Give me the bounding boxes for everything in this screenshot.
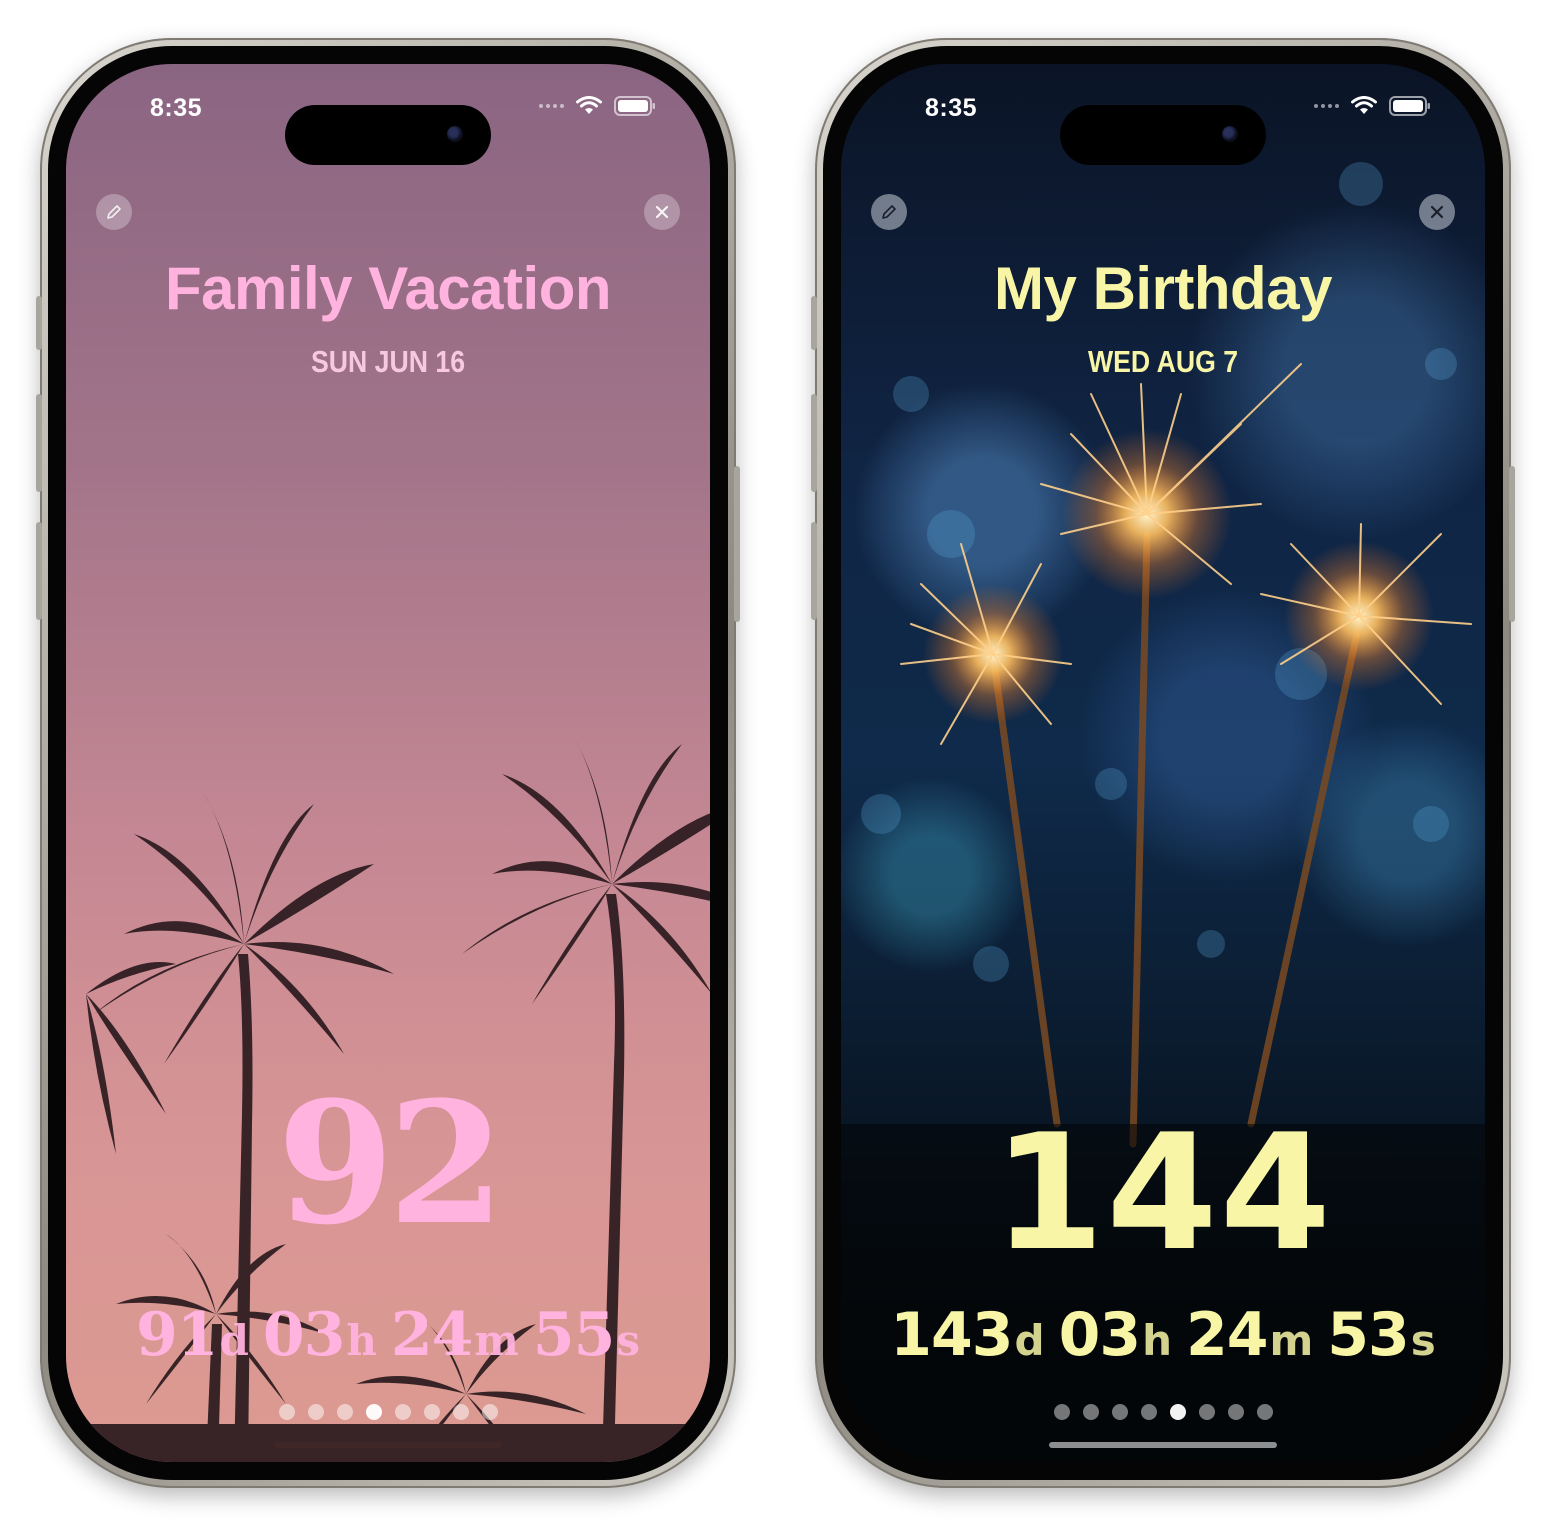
page-indicator[interactable] <box>66 1404 710 1420</box>
edit-button[interactable] <box>96 194 132 230</box>
phone-my-birthday: 8:35 My Birthday WED AUG 7 144 143 d 03 … <box>811 38 1515 1488</box>
countdown-days: 143 d <box>890 1300 1045 1370</box>
countdown-hours: 03 h <box>262 1300 377 1370</box>
close-button[interactable] <box>644 194 680 230</box>
page-indicator[interactable] <box>841 1404 1485 1420</box>
status-bar: 8:35 <box>66 94 710 165</box>
status-time: 8:35 <box>150 94 203 122</box>
days-remaining: 144 <box>993 1099 1333 1286</box>
screen: 8:35 <box>841 64 1485 1462</box>
countdown-hours: 03 h <box>1058 1300 1172 1370</box>
close-icon <box>1430 205 1444 219</box>
status-icons <box>1314 96 1431 116</box>
volume-up-button <box>811 394 817 492</box>
pencil-icon <box>107 205 121 219</box>
status-time: 8:35 <box>925 94 978 122</box>
home-indicator[interactable] <box>1049 1442 1277 1448</box>
action-button <box>811 296 817 350</box>
countdown-minutes: 24 m <box>390 1300 519 1370</box>
page-dot-7[interactable] <box>452 1404 469 1420</box>
volume-down-button <box>811 522 817 620</box>
page-dot-1[interactable] <box>1053 1404 1070 1420</box>
page-dot-2[interactable] <box>1082 1404 1099 1420</box>
event-date: WED AUG 7 <box>1087 344 1239 379</box>
signal-dots-icon <box>1314 104 1339 108</box>
page-dot-5[interactable] <box>1169 1404 1186 1420</box>
dynamic-island <box>1060 105 1266 165</box>
page-dot-3[interactable] <box>1111 1404 1128 1420</box>
page-dot-6[interactable] <box>1198 1404 1215 1420</box>
countdown-seconds: 55 s <box>532 1300 641 1370</box>
screen: 8:35 <box>66 64 710 1462</box>
countdown-minutes: 24 m <box>1185 1300 1314 1370</box>
days-remaining: 92 <box>277 1064 505 1262</box>
wifi-icon <box>576 96 602 114</box>
camera-icon <box>447 126 463 142</box>
page-dot-5[interactable] <box>394 1404 411 1420</box>
status-bar: 8:35 <box>841 94 1485 165</box>
home-indicator[interactable] <box>274 1442 502 1448</box>
page-dot-2[interactable] <box>307 1404 324 1420</box>
event-title: Family Vacation <box>164 255 612 322</box>
countdown-seconds: 53 s <box>1327 1300 1436 1370</box>
countdown-timer: 91 d 03 h 24 m 55 s <box>66 1300 710 1370</box>
action-button <box>36 296 42 350</box>
dynamic-island <box>285 105 491 165</box>
event-date: SUN JUN 16 <box>310 344 466 379</box>
stage: 8:35 Family Vacation SUN JUN 16 92 91 d … <box>0 0 1551 1530</box>
event-title: My Birthday <box>994 255 1332 322</box>
pencil-icon <box>882 205 896 219</box>
page-dot-1[interactable] <box>278 1404 295 1420</box>
signal-dots-icon <box>539 104 564 108</box>
page-dot-8[interactable] <box>1256 1404 1273 1420</box>
status-icons <box>539 96 656 116</box>
battery-icon <box>614 96 655 116</box>
battery-icon <box>1389 96 1430 116</box>
page-dot-3[interactable] <box>336 1404 353 1420</box>
power-button <box>734 466 740 622</box>
page-dot-4[interactable] <box>1140 1404 1157 1420</box>
page-dot-4[interactable] <box>365 1404 382 1420</box>
page-dot-8[interactable] <box>481 1404 498 1420</box>
countdown-days: 91 d <box>135 1300 249 1370</box>
power-button <box>1509 466 1515 622</box>
page-dot-7[interactable] <box>1227 1404 1244 1420</box>
wifi-icon <box>1351 96 1377 114</box>
countdown-timer: 143 d 03 h 24 m 53 s <box>841 1300 1485 1370</box>
volume-down-button <box>36 522 42 620</box>
camera-icon <box>1222 126 1238 142</box>
close-button[interactable] <box>1419 194 1455 230</box>
page-dot-6[interactable] <box>423 1404 440 1420</box>
phone-family-vacation: 8:35 Family Vacation SUN JUN 16 92 91 d … <box>36 38 740 1488</box>
close-icon <box>655 205 669 219</box>
edit-button[interactable] <box>871 194 907 230</box>
volume-up-button <box>36 394 42 492</box>
